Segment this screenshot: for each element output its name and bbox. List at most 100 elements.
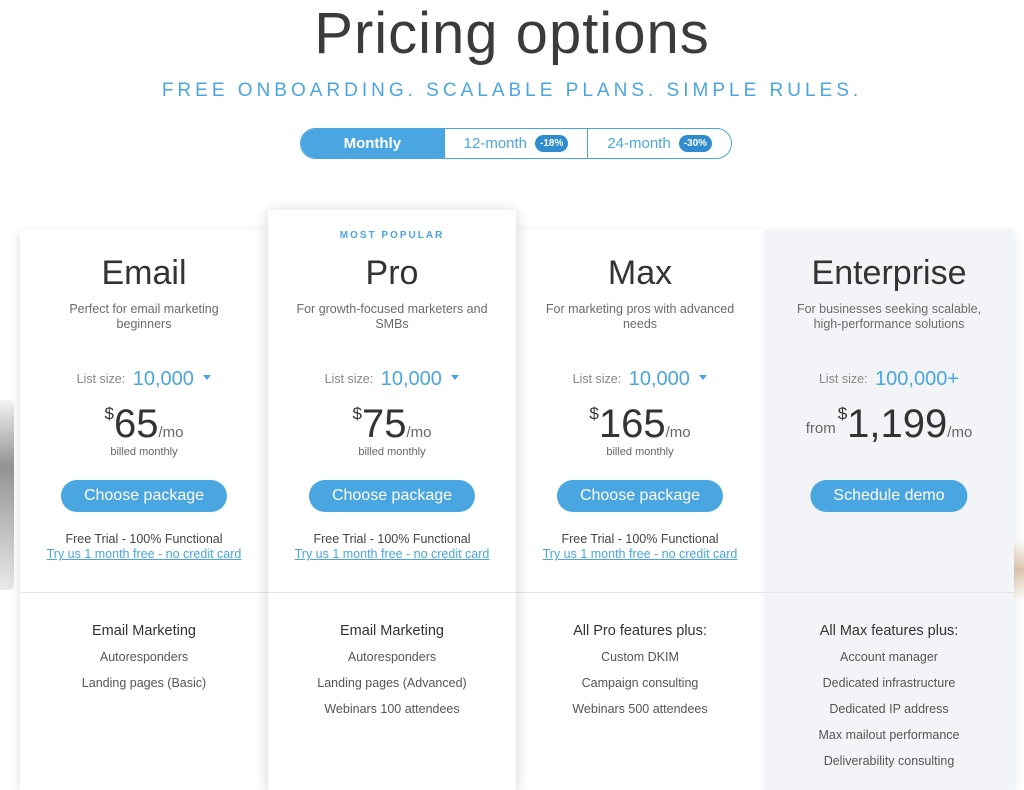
list-size-label: List size: [572, 372, 622, 386]
plan-price: $75/mo [268, 402, 516, 446]
feature-item: Landing pages (Basic) [81, 676, 207, 690]
plan-card-max: Max For marketing pros with advanced nee… [516, 230, 764, 790]
feature-item: Autoresponders [347, 650, 437, 664]
billing-note: billed monthly [110, 446, 178, 458]
plan-name: Max [607, 254, 673, 292]
feature-item: Webinars 100 attendees [324, 702, 460, 716]
feature-item: Landing pages (Advanced) [317, 676, 467, 690]
plan-card-email: Email Perfect for email marketing beginn… [20, 230, 268, 790]
divider [516, 592, 764, 593]
price-period: /mo [665, 424, 691, 441]
choose-package-button[interactable]: Choose package [556, 480, 724, 512]
free-trial-link[interactable]: Try us 1 month free - no credit card [516, 547, 764, 562]
plan-description: For marketing pros with advanced needs [545, 302, 735, 331]
billing-option-label: 24-month [607, 135, 671, 152]
background-image-fragment-right [1014, 540, 1024, 600]
plan-description: For growth-focused marketers and SMBs [296, 302, 488, 331]
plan-price: from$1,199/mo [764, 402, 1014, 446]
price-amount: 75 [361, 402, 407, 446]
schedule-demo-button[interactable]: Schedule demo [810, 480, 968, 512]
feature-item: All Max features plus: [819, 623, 959, 639]
list-size-selector[interactable]: List size: 10,000 [20, 368, 268, 391]
chevron-down-icon [451, 375, 460, 380]
divider [20, 592, 268, 593]
list-size-label: List size: [818, 372, 868, 386]
billing-note: billed monthly [358, 446, 426, 458]
currency-symbol: $ [352, 404, 362, 423]
list-size-display: List size: 100,000+ [764, 368, 1014, 391]
billing-option-24-month[interactable]: 24-month -30% [587, 129, 731, 158]
list-size-selector[interactable]: List size: 10,000 [268, 368, 516, 391]
price-period: /mo [947, 424, 973, 441]
list-size-value: 100,000+ [875, 368, 960, 390]
trial-line: Free Trial - 100% Functional [65, 532, 223, 546]
currency-symbol: $ [837, 404, 848, 423]
feature-item: Campaign consulting [581, 676, 699, 690]
price-amount: 165 [598, 402, 666, 446]
currency-symbol: $ [589, 404, 599, 423]
page-title: Pricing options [314, 1, 710, 66]
plan-name: Email [101, 254, 187, 292]
list-size-value: 10,000 [628, 368, 690, 390]
billing-option-label: 12-month [463, 135, 528, 152]
discount-badge: -30% [678, 135, 713, 152]
price-period: /mo [158, 424, 184, 441]
plan-description: Perfect for email marketing beginners [69, 302, 219, 331]
feature-item: Max mailout performance [818, 728, 960, 742]
currency-symbol: $ [104, 404, 114, 423]
plan-price: $165/mo [516, 402, 764, 446]
feature-list: All Max features plus: Account manager D… [764, 618, 1014, 774]
free-trial-link[interactable]: Try us 1 month free - no credit card [268, 547, 516, 562]
list-size-label: List size: [324, 372, 374, 386]
trial-info: Free Trial - 100% Functional Try us 1 mo… [516, 532, 764, 562]
billing-note: billed monthly [606, 446, 674, 458]
list-size-value: 10,000 [380, 368, 442, 390]
background-image-fragment-left [0, 400, 14, 590]
plan-price: $65/mo [20, 402, 268, 446]
chevron-down-icon [699, 375, 708, 380]
free-trial-link[interactable]: Try us 1 month free - no credit card [20, 547, 268, 562]
choose-package-button[interactable]: Choose package [308, 480, 476, 512]
feature-item: All Pro features plus: [573, 623, 707, 639]
choose-package-button[interactable]: Choose package [60, 480, 228, 512]
discount-badge: -18% [535, 135, 569, 152]
list-size-label: List size: [76, 372, 126, 386]
feature-item: Webinars 500 attendees [572, 702, 708, 716]
feature-item: Email Marketing [92, 623, 196, 639]
divider [764, 592, 1014, 593]
plan-card-pro: MOST POPULAR Pro For growth-focused mark… [268, 210, 516, 790]
feature-list: All Pro features plus: Custom DKIM Campa… [516, 618, 764, 722]
list-size-value: 10,000 [132, 368, 194, 390]
price-amount: 1,199 [847, 402, 948, 446]
list-size-selector[interactable]: List size: 10,000 [516, 368, 764, 391]
feature-list: Email Marketing Autoresponders Landing p… [268, 618, 516, 722]
trial-line: Free Trial - 100% Functional [561, 532, 719, 546]
feature-item: Autoresponders [99, 650, 189, 664]
billing-period-toggle[interactable]: Monthly 12-month -18% 24-month -30% [300, 128, 732, 159]
billing-option-12-month[interactable]: 12-month -18% [443, 129, 588, 158]
price-amount: 65 [113, 402, 159, 446]
billing-option-label: Monthly [343, 135, 402, 152]
feature-item: Email Marketing [340, 623, 444, 639]
plan-card-enterprise: Enterprise For businesses seeking scalab… [764, 230, 1014, 790]
trial-info: Free Trial - 100% Functional Try us 1 mo… [268, 532, 516, 562]
plan-description: For businesses seeking scalable, high-pe… [796, 302, 982, 331]
price-period: /mo [406, 424, 432, 441]
trial-line: Free Trial - 100% Functional [313, 532, 471, 546]
trial-info: Free Trial - 100% Functional Try us 1 mo… [20, 532, 268, 562]
feature-list: Email Marketing Autoresponders Landing p… [20, 618, 268, 696]
divider [268, 592, 516, 593]
price-prefix: from [805, 420, 836, 437]
plan-name: Pro [365, 254, 419, 292]
feature-item: Dedicated infrastructure [822, 676, 956, 690]
plan-name: Enterprise [811, 254, 967, 292]
feature-item: Custom DKIM [601, 650, 679, 664]
billing-option-monthly[interactable]: Monthly [301, 129, 444, 158]
most-popular-badge: MOST POPULAR [339, 230, 445, 241]
feature-item: Account manager [840, 650, 938, 664]
pricing-cards: Email Perfect for email marketing beginn… [20, 210, 1014, 790]
feature-item: Dedicated IP address [829, 702, 949, 716]
chevron-down-icon [203, 375, 212, 380]
page-subtitle: FREE ONBOARDING. SCALABLE PLANS. SIMPLE … [161, 80, 863, 101]
feature-item: Deliverability consulting [823, 754, 955, 768]
